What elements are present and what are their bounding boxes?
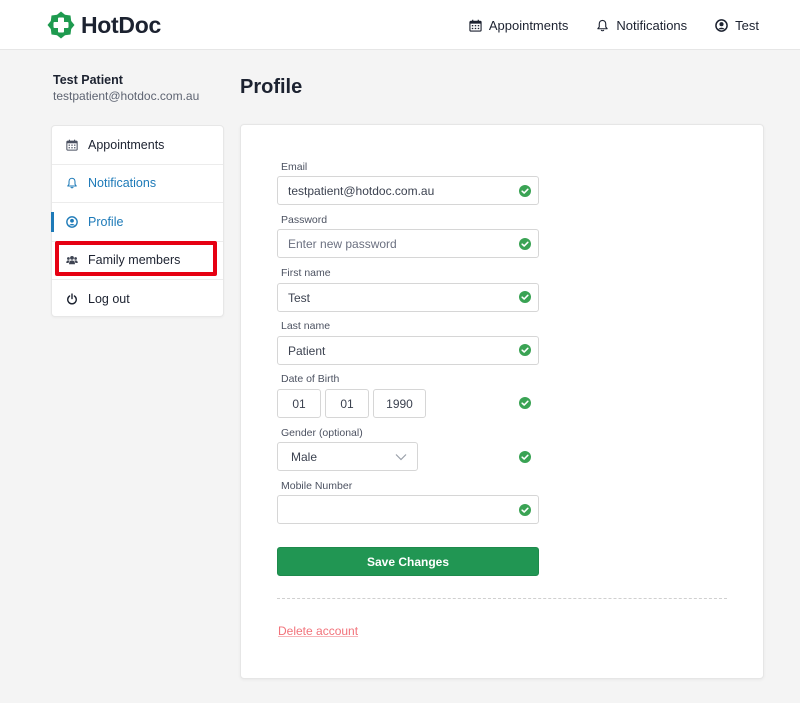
password-label: Password	[281, 214, 328, 226]
nav-appointments-label: Appointments	[488, 17, 569, 33]
sidebar-item-notifications[interactable]: Notifications	[52, 165, 223, 203]
user-circle-icon	[66, 215, 78, 228]
sidebar-item-family-members[interactable]: Family members	[52, 242, 223, 280]
users-icon	[66, 256, 78, 265]
last-name-field[interactable]: Patient	[277, 336, 539, 365]
last-name-label: Last name	[281, 320, 331, 332]
page-title: Profile	[240, 76, 303, 98]
first-name-label: First name	[281, 267, 331, 279]
user-circle-icon	[715, 18, 728, 32]
calendar-icon	[469, 19, 482, 32]
bell-icon	[597, 19, 609, 31]
sidebar-item-label: Log out	[88, 292, 130, 307]
top-header: HotDoc Appointments Notifications Test	[0, 0, 800, 50]
first-name-field[interactable]: Test	[277, 283, 539, 312]
gender-select[interactable]: Male	[277, 442, 418, 471]
top-nav: Appointments Notifications Test	[469, 0, 759, 50]
sidebar-item-label: Notifications	[88, 176, 157, 191]
dob-day-field[interactable]: 01	[277, 389, 321, 418]
dob-month-field[interactable]: 01	[325, 389, 369, 418]
check-circle-icon	[519, 344, 531, 356]
gender-selected-value: Male	[291, 449, 318, 464]
nav-user-label: Test	[735, 17, 759, 33]
delete-account-link[interactable]: Delete account	[278, 624, 358, 638]
dob-year-field[interactable]: 1990	[373, 389, 426, 418]
check-circle-icon	[519, 397, 531, 409]
user-name: Test Patient	[53, 73, 123, 87]
email-field[interactable]: testpatient@hotdoc.com.au	[277, 176, 539, 205]
nav-appointments[interactable]: Appointments	[469, 17, 569, 33]
sidebar-item-log-out[interactable]: Log out	[52, 280, 223, 319]
power-icon	[67, 293, 77, 305]
account-sidebar: Appointments Notifications Profile Famil…	[51, 125, 224, 317]
section-divider	[277, 598, 727, 599]
user-email: testpatient@hotdoc.com.au	[53, 89, 200, 103]
mobile-label: Mobile Number	[281, 480, 353, 492]
sidebar-item-label: Appointments	[88, 137, 165, 152]
check-circle-icon	[519, 504, 531, 516]
brand-name: HotDoc	[81, 11, 161, 38]
sidebar-item-label: Profile	[88, 214, 124, 229]
sidebar-item-appointments[interactable]: Appointments	[52, 126, 223, 165]
save-changes-button[interactable]: Save Changes	[277, 547, 539, 576]
email-label: Email	[281, 161, 308, 173]
check-circle-icon	[519, 238, 531, 250]
nav-notifications[interactable]: Notifications	[596, 18, 687, 33]
sidebar-item-profile[interactable]: Profile	[51, 203, 223, 242]
check-circle-icon	[519, 291, 531, 303]
nav-user-menu[interactable]: Test	[715, 18, 759, 33]
dob-label: Date of Birth	[281, 373, 340, 385]
check-circle-icon	[519, 185, 531, 197]
hotdoc-logo[interactable]: HotDoc	[47, 10, 161, 40]
chevron-down-icon	[395, 454, 407, 461]
nav-notifications-label: Notifications	[616, 17, 688, 33]
check-circle-icon	[519, 451, 531, 463]
mobile-number-field[interactable]	[277, 495, 539, 524]
sidebar-item-label: Family members	[88, 253, 181, 268]
logo-cross-icon	[47, 11, 75, 39]
bell-icon	[67, 178, 77, 189]
password-field[interactable]: Enter new password	[277, 229, 539, 258]
calendar-icon	[66, 139, 78, 151]
gender-label: Gender (optional)	[281, 427, 363, 439]
